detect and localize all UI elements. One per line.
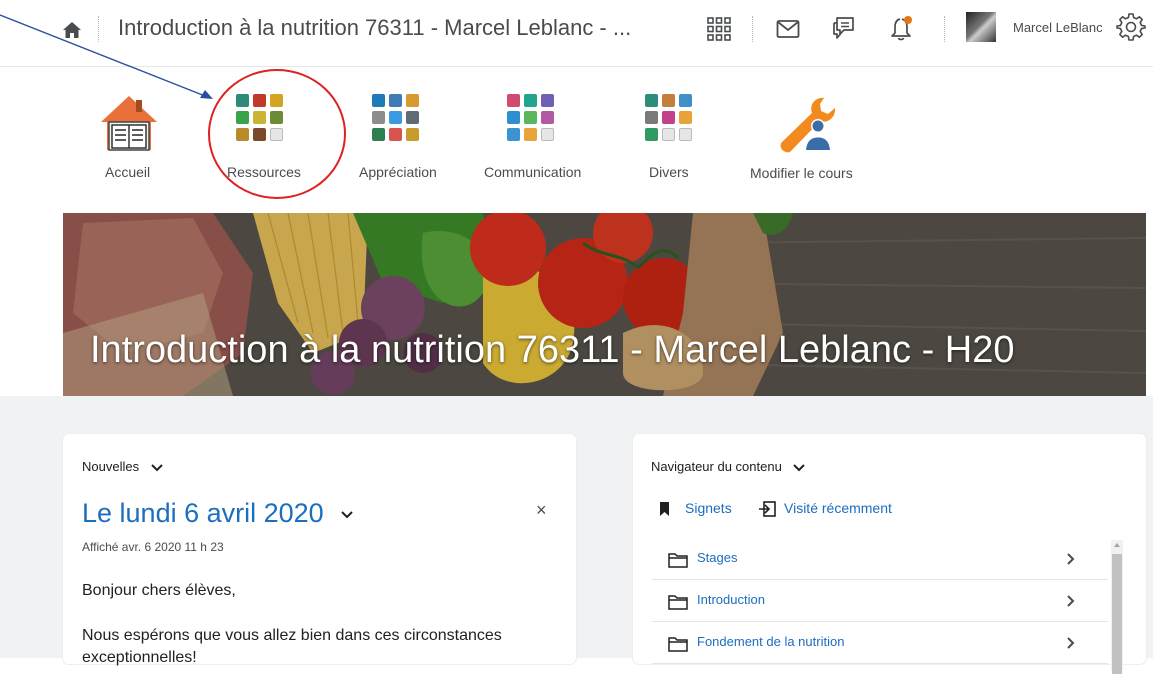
- chevron-right-icon[interactable]: [1066, 636, 1076, 650]
- banner-title: Introduction à la nutrition 76311 - Marc…: [90, 329, 1015, 371]
- assessment-grid-icon: [372, 94, 420, 142]
- mail-icon[interactable]: [776, 19, 800, 39]
- recently-visited-icon: [759, 501, 776, 517]
- course-banner: Introduction à la nutrition 76311 - Marc…: [63, 213, 1146, 396]
- nav-label-modifier-le-cours: Modifier le cours: [750, 165, 853, 181]
- annotation-arrow: [0, 14, 213, 99]
- folder-icon: [668, 553, 688, 568]
- bookmarks-link[interactable]: Signets: [685, 500, 732, 516]
- module-title[interactable]: Introduction: [697, 592, 765, 607]
- scroll-up-arrow-icon[interactable]: [1114, 543, 1120, 547]
- news-heading: Nouvelles: [82, 459, 140, 474]
- bookmark-icon: [660, 502, 669, 516]
- bell-icon[interactable]: [889, 14, 915, 42]
- chevron-right-icon[interactable]: [1066, 552, 1076, 566]
- chevron-right-icon[interactable]: [1066, 594, 1076, 608]
- nav-label-divers: Divers: [649, 164, 689, 180]
- module-list: Stages Introduction Fondement de la nutr…: [652, 538, 1108, 664]
- course-selector-icon[interactable]: [707, 17, 731, 41]
- nav-item-communication[interactable]: Communication: [482, 67, 592, 207]
- news-posted-date: Affiché avr. 6 2020 11 h 23: [82, 540, 224, 554]
- folder-icon: [668, 637, 688, 652]
- user-name[interactable]: Marcel LeBlanc: [1013, 20, 1103, 35]
- news-date-label: Le lundi 6 avril 2020: [82, 498, 324, 528]
- chevron-down-icon[interactable]: [341, 511, 353, 519]
- chevron-down-icon[interactable]: [793, 463, 806, 472]
- news-widget-header[interactable]: Nouvelles: [82, 459, 163, 474]
- module-list-scrollbar[interactable]: [1111, 540, 1123, 674]
- close-icon[interactable]: ×: [536, 500, 547, 521]
- nav-item-appreciation[interactable]: Appréciation: [355, 67, 450, 207]
- chat-icon[interactable]: [831, 16, 855, 40]
- folder-icon: [668, 595, 688, 610]
- misc-grid-icon: [645, 94, 693, 142]
- news-item-title[interactable]: Le lundi 6 avril 2020: [82, 498, 353, 529]
- chevron-down-icon[interactable]: [151, 463, 163, 472]
- separator: [944, 16, 945, 42]
- recently-visited-link[interactable]: Visité récemment: [784, 500, 892, 516]
- nav-label-accueil: Accueil: [105, 164, 151, 180]
- news-widget: Nouvelles Le lundi 6 avril 2020 × Affich…: [63, 434, 576, 666]
- module-title[interactable]: Stages: [697, 550, 737, 565]
- content-navigator-heading: Navigateur du contenu: [651, 459, 782, 474]
- news-body-paragraph: Nous espérons que vous allez bien dans c…: [82, 627, 502, 666]
- module-row[interactable]: Introduction: [652, 580, 1108, 622]
- scrollbar-thumb[interactable]: [1112, 554, 1122, 674]
- nav-label-communication: Communication: [484, 164, 582, 180]
- content-navigator-widget: Navigateur du contenu Signets Visité réc…: [633, 434, 1146, 674]
- news-body-greeting: Bonjour chers élèves,: [82, 582, 236, 599]
- avatar[interactable]: [966, 12, 996, 42]
- module-row[interactable]: Stages: [652, 538, 1108, 580]
- content-navigator-header[interactable]: Navigateur du contenu: [651, 459, 806, 474]
- module-title[interactable]: Fondement de la nutrition: [697, 634, 844, 649]
- nav-item-divers[interactable]: Divers: [640, 67, 705, 207]
- wrench-user-icon: [780, 97, 836, 153]
- communication-grid-icon: [507, 94, 555, 142]
- gear-icon[interactable]: [1116, 12, 1146, 42]
- separator: [752, 16, 753, 42]
- nav-item-modifier-le-cours[interactable]: Modifier le cours: [748, 67, 868, 207]
- nav-label-appreciation: Appréciation: [359, 164, 437, 180]
